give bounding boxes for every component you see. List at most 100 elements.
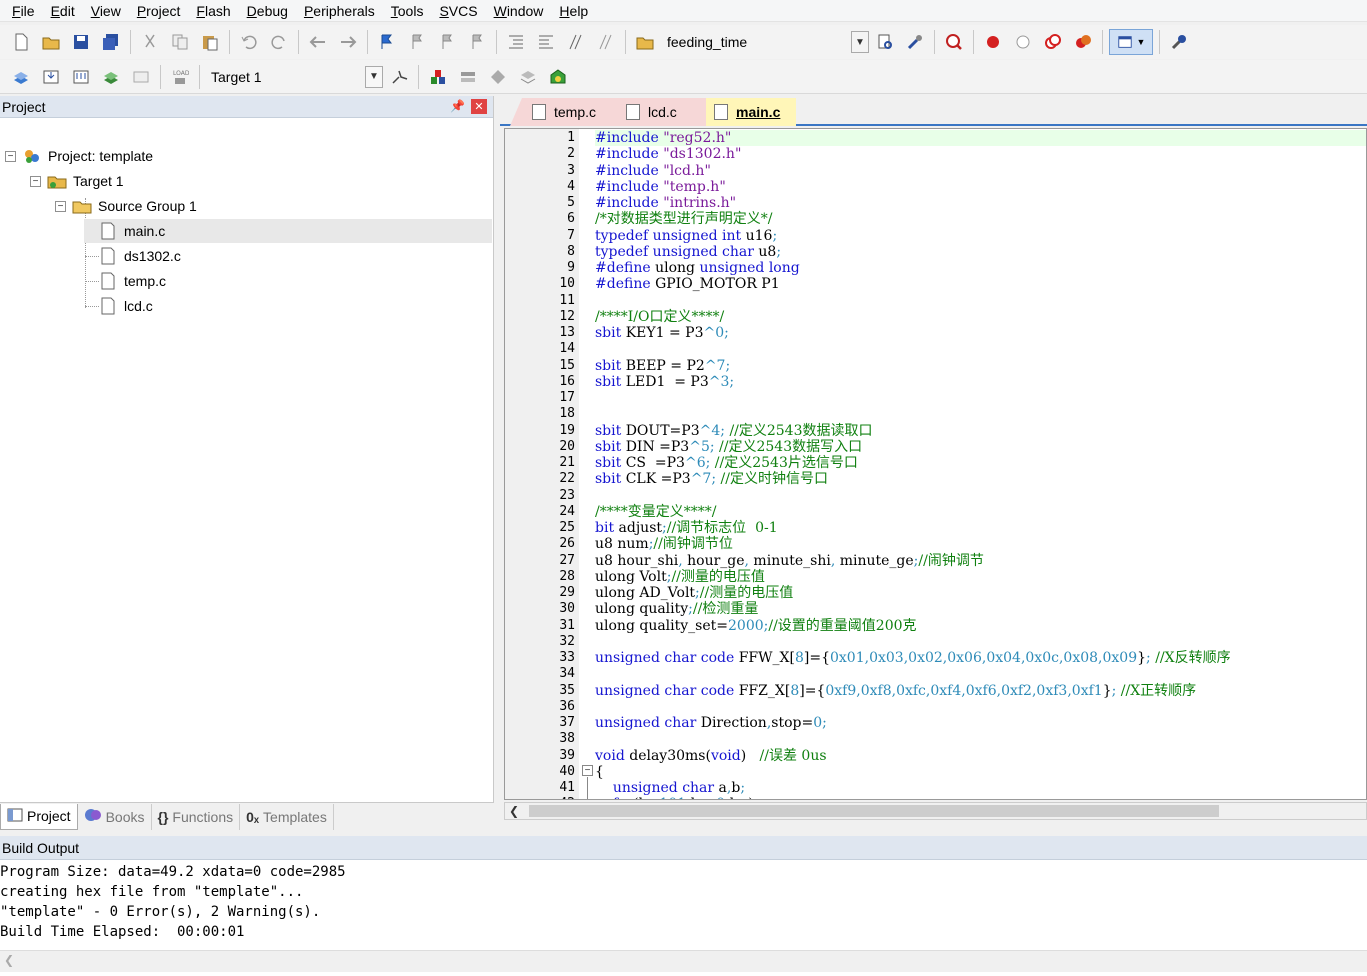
incremental-find-icon[interactable]: [902, 29, 928, 55]
tree-source-group[interactable]: − Source Group 1: [55, 194, 197, 218]
stop-build-icon[interactable]: [128, 64, 154, 90]
code-line[interactable]: #define ulong unsigned long: [595, 260, 800, 276]
code-line[interactable]: for(b=101;b>;0;b--): [595, 796, 754, 799]
code-line[interactable]: #include "ds1302.h": [595, 146, 741, 162]
tab-project[interactable]: Project: [0, 803, 78, 830]
new-file-icon[interactable]: [8, 29, 34, 55]
window-layout-icon[interactable]: ▼: [1109, 29, 1153, 55]
code-editor[interactable]: 1 2 3 4 5 6 7 8 9 10 11 12 13 14 15 16 17 18 19 20 21 22 23 24 2…: [504, 128, 1367, 800]
code-line[interactable]: sbit CS =P3^6; //定义2543片选信号口: [595, 455, 858, 471]
scroll-left-icon[interactable]: ❮: [509, 804, 519, 818]
code-line[interactable]: /****变量定义****/: [595, 504, 716, 520]
tree-file-main[interactable]: main.c: [84, 219, 492, 243]
tree-target[interactable]: − Target 1: [30, 169, 124, 193]
code-line[interactable]: ulong Volt;//测量的电压值: [595, 569, 765, 585]
batch-build-icon[interactable]: [98, 64, 124, 90]
code-line[interactable]: sbit DIN =P3^5; //定义2543数据写入口: [595, 439, 862, 455]
rebuild-icon[interactable]: [68, 64, 94, 90]
code-line[interactable]: #include "reg52.h": [595, 130, 1366, 146]
code-line[interactable]: u8 hour_shi, hour_ge, minute_shi, minute…: [595, 553, 984, 569]
cut-icon[interactable]: [137, 29, 163, 55]
menu-help[interactable]: Help: [551, 0, 596, 22]
code-line[interactable]: ulong quality_set=2000;//设置的重量阈值200克: [595, 618, 917, 634]
fold-toggle-icon[interactable]: −: [582, 765, 593, 776]
pin-icon[interactable]: 📌: [450, 99, 465, 113]
build-icon[interactable]: [38, 64, 64, 90]
menu-edit[interactable]: Edit: [43, 0, 83, 22]
target-combo[interactable]: Target 1 ▼: [204, 64, 384, 89]
menu-file[interactable]: File: [4, 0, 43, 22]
configure-icon[interactable]: [1166, 29, 1192, 55]
code-line[interactable]: #include "intrins.h": [595, 195, 736, 211]
tab-main-c[interactable]: main.c: [706, 98, 796, 126]
save-icon[interactable]: [68, 29, 94, 55]
chevron-down-icon[interactable]: ▼: [365, 65, 383, 88]
bookmark-icon[interactable]: [374, 29, 400, 55]
indent-icon[interactable]: [503, 29, 529, 55]
find-combo[interactable]: feeding_time ▼: [660, 30, 870, 54]
navigate-back-icon[interactable]: [305, 29, 331, 55]
close-icon[interactable]: ✕: [471, 99, 487, 114]
menu-view[interactable]: View: [83, 0, 129, 22]
menu-tools[interactable]: Tools: [383, 0, 432, 22]
scroll-left-icon[interactable]: ❮: [4, 953, 14, 967]
prev-bookmark-icon[interactable]: [404, 29, 430, 55]
tree-file-lcd[interactable]: lcd.c: [84, 294, 153, 318]
menu-svcs[interactable]: SVCS: [431, 0, 485, 22]
code-line[interactable]: #define GPIO_MOTOR P1: [595, 276, 780, 292]
tab-functions[interactable]: {} Functions: [152, 803, 241, 830]
undo-icon[interactable]: [236, 29, 262, 55]
code-line[interactable]: sbit CLK =P3^7; //定义时钟信号口: [595, 471, 828, 487]
tree-file-temp[interactable]: temp.c: [84, 269, 166, 293]
manage-components-icon[interactable]: [485, 64, 511, 90]
scrollbar-thumb[interactable]: [529, 805, 1219, 817]
run-environment-icon[interactable]: [545, 64, 571, 90]
code-text[interactable]: #include "reg52.h" #include "ds1302.h" #in…: [595, 129, 1366, 799]
code-line[interactable]: /*对数据类型进行声明定义*/: [595, 211, 772, 227]
code-line[interactable]: unsigned char a,b;: [595, 780, 745, 796]
code-line[interactable]: /****I/O口定义****/: [595, 309, 724, 325]
editor-horizontal-scrollbar[interactable]: ❮: [504, 802, 1367, 820]
menu-debug[interactable]: Debug: [239, 0, 296, 22]
code-line[interactable]: {: [595, 764, 604, 780]
code-line[interactable]: sbit LED1 = P3^3;: [595, 374, 734, 390]
insert-breakpoint-icon[interactable]: [980, 29, 1006, 55]
menu-project[interactable]: Project: [129, 0, 189, 22]
next-bookmark-icon[interactable]: [434, 29, 460, 55]
build-output-scrollbar[interactable]: ❮: [0, 950, 1367, 972]
code-line[interactable]: unsigned char code FFZ_X[8]={0xf9,0xf8,0…: [595, 683, 1196, 699]
find-icon[interactable]: [872, 29, 898, 55]
select-packs-icon[interactable]: [455, 64, 481, 90]
code-line[interactable]: sbit DOUT=P3^4; //定义2543数据读取口: [595, 423, 873, 439]
code-line[interactable]: u8 num;//闹钟调节位: [595, 536, 733, 552]
manage-project-items-icon[interactable]: [425, 64, 451, 90]
tree-file-ds1302[interactable]: ds1302.c: [84, 244, 181, 268]
menu-window[interactable]: Window: [486, 0, 552, 22]
save-all-icon[interactable]: [98, 29, 124, 55]
code-line[interactable]: #include "temp.h": [595, 179, 726, 195]
code-line[interactable]: unsigned char Direction,stop=0;: [595, 715, 827, 731]
kill-breakpoints-icon[interactable]: [1070, 29, 1096, 55]
tree-project-root[interactable]: − Project: template: [5, 144, 153, 168]
tab-temp-c[interactable]: temp.c: [510, 98, 620, 126]
uncomment-icon[interactable]: [593, 29, 619, 55]
redo-icon[interactable]: [266, 29, 292, 55]
code-line[interactable]: sbit BEEP = P2^7;: [595, 358, 730, 374]
code-line[interactable]: typedef unsigned int u16;: [595, 228, 777, 244]
tab-templates[interactable]: 0ₓ Templates: [240, 803, 334, 830]
target-options-icon[interactable]: [386, 64, 412, 90]
find-in-files-icon[interactable]: [632, 29, 658, 55]
copy-icon[interactable]: [167, 29, 193, 55]
code-line[interactable]: ulong quality;//检测重量: [595, 601, 758, 617]
download-icon[interactable]: LOAD: [167, 64, 193, 90]
code-line[interactable]: void delay30ms(void) //误差 0us: [595, 748, 827, 764]
pack-installer-icon[interactable]: [515, 64, 541, 90]
menu-peripherals[interactable]: Peripherals: [296, 0, 383, 22]
chevron-down-icon[interactable]: ▼: [851, 31, 869, 53]
paste-icon[interactable]: [197, 29, 223, 55]
unindent-icon[interactable]: [533, 29, 559, 55]
open-folder-icon[interactable]: [38, 29, 64, 55]
translate-icon[interactable]: [8, 64, 34, 90]
tab-lcd-c[interactable]: lcd.c: [618, 98, 708, 126]
collapse-icon[interactable]: −: [30, 175, 41, 187]
